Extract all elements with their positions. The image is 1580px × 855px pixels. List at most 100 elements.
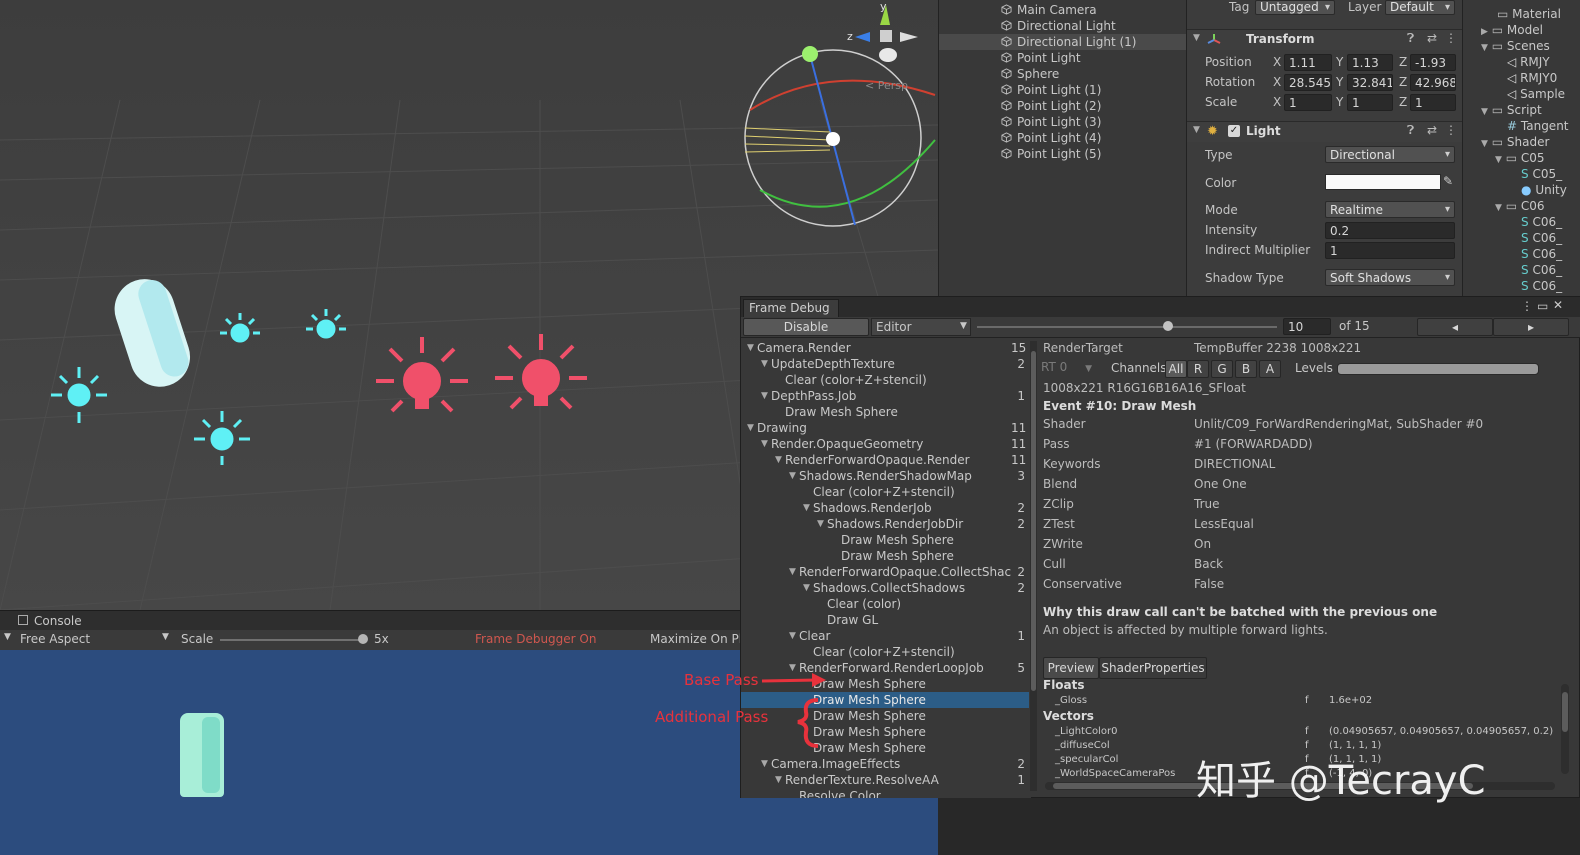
preset-icon[interactable]: ⇄: [1427, 123, 1437, 137]
channel-r-button[interactable]: R: [1187, 360, 1209, 378]
foldout-icon[interactable]: ▼: [761, 756, 768, 772]
hierarchy-item[interactable]: Point Light (4): [939, 130, 1187, 146]
channel-g-button[interactable]: G: [1211, 360, 1233, 378]
rt-dropdown[interactable]: RT 0 ▼: [1041, 360, 1105, 376]
channel-b-button[interactable]: B: [1235, 360, 1257, 378]
project-item[interactable]: S C05_: [1521, 166, 1562, 182]
tree-row[interactable]: ▼ Clear 1: [741, 628, 1029, 644]
tree-row[interactable]: ▼ Camera.Render 15: [741, 340, 1029, 356]
tree-row[interactable]: ▼ Shadows.RenderShadowMap 3: [741, 468, 1029, 484]
event-slider-track[interactable]: [977, 326, 1277, 328]
console-tab[interactable]: Console: [34, 614, 82, 628]
project-item[interactable]: S C06_: [1521, 230, 1562, 246]
tree-row[interactable]: Draw Mesh Sphere: [741, 548, 1029, 564]
more-icon[interactable]: ⋮: [1521, 299, 1533, 313]
hierarchy-item[interactable]: Point Light (2): [939, 98, 1187, 114]
rotation-x-field[interactable]: 28.545: [1284, 74, 1332, 91]
project-item[interactable]: ▭ Material: [1497, 6, 1561, 22]
tree-row[interactable]: ▼ RenderTexture.ResolveAA 1: [741, 772, 1029, 788]
projection-label[interactable]: < Persp: [865, 79, 908, 92]
foldout-icon[interactable]: ▼: [747, 340, 754, 356]
menu-triangle-icon[interactable]: ▼: [4, 632, 11, 642]
hierarchy-item[interactable]: Directional Light: [939, 18, 1187, 34]
project-item[interactable]: ▶ ▭ Model: [1481, 22, 1543, 38]
tree-row[interactable]: Draw Mesh Sphere: [741, 404, 1029, 420]
next-event-button[interactable]: ▸: [1493, 318, 1569, 336]
tree-row[interactable]: Draw Mesh Sphere: [741, 532, 1029, 548]
chevron-down-icon[interactable]: ▼: [162, 632, 169, 642]
project-item[interactable]: ● Unity: [1521, 182, 1567, 198]
eyedropper-icon[interactable]: ✎: [1443, 174, 1453, 188]
tree-row[interactable]: ▼ Drawing 11: [741, 420, 1029, 436]
tree-row[interactable]: ▼ DepthPass.Job 1: [741, 388, 1029, 404]
event-slider-handle[interactable]: [1163, 321, 1173, 331]
project-item[interactable]: S C06_: [1521, 262, 1562, 278]
details-vertical-scrollbar[interactable]: [1561, 684, 1569, 774]
tree-row[interactable]: ▼ RenderForwardOpaque.Render 11: [741, 452, 1029, 468]
mode-dropdown[interactable]: Realtime: [1325, 201, 1455, 218]
tree-row[interactable]: Clear (color+Z+stencil): [741, 644, 1029, 660]
tree-row[interactable]: ▼ Camera.ImageEffects 2: [741, 756, 1029, 772]
indirect-multiplier-field[interactable]: 1: [1325, 242, 1455, 259]
tree-row[interactable]: Clear (color): [741, 596, 1029, 612]
aspect-dropdown[interactable]: Free Aspect: [20, 632, 90, 646]
tree-scrollbar[interactable]: [1030, 341, 1037, 791]
intensity-field[interactable]: 0.2: [1325, 222, 1455, 239]
foldout-icon[interactable]: ▼: [789, 564, 796, 580]
tree-row[interactable]: Clear (color+Z+stencil): [741, 484, 1029, 500]
disable-button[interactable]: Disable: [743, 318, 869, 336]
hierarchy-item[interactable]: Point Light (5): [939, 146, 1187, 162]
project-item[interactable]: ◁ RMJY: [1507, 54, 1550, 70]
tag-dropdown[interactable]: Untagged: [1255, 0, 1335, 15]
project-item[interactable]: ▼ ▭ C05: [1495, 150, 1545, 166]
foldout-icon[interactable]: ▼: [761, 388, 768, 404]
project-item[interactable]: ▼ ▭ Shader: [1481, 134, 1549, 150]
maximize-icon[interactable]: ▭: [1537, 299, 1548, 313]
project-item[interactable]: S C06_: [1521, 278, 1562, 294]
tab-shader-properties[interactable]: ShaderProperties: [1099, 657, 1207, 679]
help-icon[interactable]: ❓︎: [1407, 123, 1414, 138]
more-icon[interactable]: ⋮: [1445, 31, 1457, 45]
type-dropdown[interactable]: Directional: [1325, 146, 1455, 163]
scale-x-field[interactable]: 1: [1284, 94, 1332, 111]
project-item[interactable]: ▼ ▭ C06: [1495, 198, 1545, 214]
project-item[interactable]: # Tangent: [1507, 118, 1569, 134]
project-item[interactable]: ◁ RMJY0: [1507, 70, 1557, 86]
levels-slider[interactable]: [1337, 363, 1539, 375]
event-index-field[interactable]: 10: [1283, 318, 1331, 335]
foldout-icon[interactable]: ▼: [803, 580, 810, 596]
foldout-icon[interactable]: ▼: [789, 468, 796, 484]
foldout-icon[interactable]: ▼: [1193, 125, 1200, 135]
hierarchy-item-selected[interactable]: Directional Light (1): [939, 34, 1187, 50]
foldout-icon[interactable]: ▼: [1193, 33, 1200, 43]
tab-preview[interactable]: Preview: [1043, 657, 1099, 679]
project-item[interactable]: ▼ ▭ Scenes: [1481, 38, 1550, 54]
tree-row[interactable]: ▼ RenderForwardOpaque.CollectShac 2: [741, 564, 1029, 580]
help-icon[interactable]: ❓︎: [1407, 31, 1414, 46]
channel-all-button[interactable]: All: [1165, 360, 1187, 378]
foldout-icon[interactable]: ▼: [817, 516, 824, 532]
more-icon[interactable]: ⋮: [1445, 123, 1457, 137]
close-icon[interactable]: ✕: [1553, 298, 1563, 312]
foldout-icon[interactable]: ▼: [761, 356, 768, 372]
hierarchy-item[interactable]: Main Camera: [939, 2, 1187, 18]
maximize-on-play-toggle[interactable]: Maximize On Pla: [650, 632, 749, 646]
tree-row[interactable]: ▼ UpdateDepthTexture 2: [741, 356, 1029, 372]
hierarchy-item[interactable]: Sphere: [939, 66, 1187, 82]
tree-row[interactable]: Resolve Color: [741, 788, 1029, 798]
project-item[interactable]: ▼ ▭ Script: [1481, 102, 1542, 118]
rotation-z-field[interactable]: 42.968: [1410, 74, 1456, 91]
position-x-field[interactable]: 1.11: [1284, 54, 1332, 71]
tree-row[interactable]: Draw GL: [741, 612, 1029, 628]
position-y-field[interactable]: 1.13: [1347, 54, 1393, 71]
foldout-icon[interactable]: ▼: [775, 452, 782, 468]
channel-a-button[interactable]: A: [1259, 360, 1281, 378]
scale-slider-track[interactable]: [220, 639, 365, 641]
foldout-icon[interactable]: ▼: [775, 772, 782, 788]
tree-row[interactable]: ▼ Shadows.RenderJobDir 2: [741, 516, 1029, 532]
light-header[interactable]: ▼ ✹ ✓ Light ❓︎ ⇄ ⋮: [1187, 121, 1463, 142]
hierarchy-item[interactable]: Point Light: [939, 50, 1187, 66]
transform-header[interactable]: ▼ Transform ❓︎ ⇄ ⋮: [1187, 29, 1463, 50]
tree-row[interactable]: ▼ Render.OpaqueGeometry 11: [741, 436, 1029, 452]
frame-debugger-tab[interactable]: Frame Debug: [743, 299, 839, 317]
